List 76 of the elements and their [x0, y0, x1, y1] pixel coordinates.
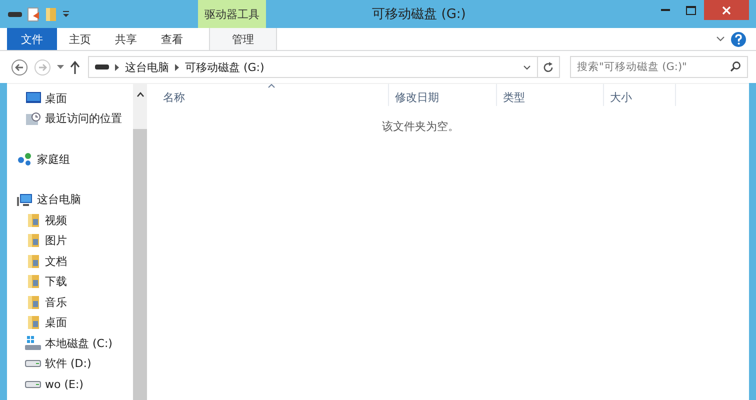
nav-item[interactable]: 家庭组 [7, 149, 133, 170]
nav-item[interactable]: 本地磁盘 (C:) [7, 333, 133, 354]
window-title: 可移动磁盘 (G:) [371, 6, 467, 23]
folder-icon [26, 233, 40, 248]
maximize-icon [686, 6, 696, 14]
nav-item[interactable]: 桌面 [7, 88, 133, 108]
nav-item[interactable]: 文档 [7, 251, 133, 272]
folder-icon [26, 274, 40, 290]
computer-icon [17, 192, 33, 207]
nav-item[interactable]: 图片 [7, 230, 133, 251]
drive-icon [25, 380, 41, 388]
scrollbar[interactable] [133, 84, 147, 400]
nav-label: 桌面 [45, 315, 67, 330]
nav-label: 软件 (D:) [45, 356, 92, 372]
nav-item[interactable]: 音乐 [7, 292, 133, 312]
nav-label: 视频 [45, 212, 67, 228]
nav-label: 桌面 [45, 90, 67, 106]
drive-icon [25, 360, 41, 368]
nav-label: 这台电脑 [37, 192, 81, 208]
minimize-icon [660, 8, 670, 12]
folder-icon [26, 294, 40, 310]
chevron-icon[interactable] [115, 64, 119, 70]
nav-item[interactable]: 最近访问的位置 [7, 108, 133, 129]
drive-icon [95, 64, 109, 70]
chevron-icon[interactable] [175, 64, 179, 70]
breadcrumb[interactable]: 这台电脑 [125, 60, 169, 74]
folder-icon [26, 254, 40, 269]
context-tab-group: 驱动器工具 [198, 0, 266, 28]
nav-item[interactable]: 下载 [7, 272, 133, 292]
column-header[interactable]: 修改日期 [389, 84, 497, 106]
nav-item[interactable]: wo (E:) [7, 374, 133, 394]
ribbon-tab[interactable]: 共享 [103, 28, 149, 50]
nav-label: 下载 [45, 274, 67, 290]
nav-label: 音乐 [45, 294, 67, 310]
nav-label: 图片 [45, 233, 67, 248]
dropdown-icon[interactable] [62, 10, 70, 18]
nav-item[interactable]: 视频 [7, 210, 133, 230]
clock-folder-icon [26, 112, 40, 126]
address-bar[interactable]: 这台电脑 可移动磁盘 (G:) [88, 56, 538, 78]
nav-item[interactable]: 这台电脑 [7, 190, 133, 210]
breadcrumb[interactable]: 可移动磁盘 (G:) [185, 60, 264, 74]
search-field[interactable]: 搜索"可移动磁盘 (G:)" [570, 56, 748, 78]
column-header[interactable]: 名称 [157, 84, 389, 106]
column-header[interactable]: 大小 [604, 84, 676, 106]
close-button[interactable] [704, 0, 749, 20]
back-icon[interactable] [11, 58, 28, 76]
drive-icon[interactable] [8, 10, 22, 18]
drive-icon [25, 336, 41, 350]
folder-icon [26, 212, 40, 228]
network-icon [17, 152, 33, 166]
ribbon-tab[interactable]: 管理 [209, 28, 277, 50]
nav-label: 家庭组 [37, 152, 70, 167]
refresh-icon [543, 62, 554, 72]
up-arrow-icon[interactable] [70, 60, 80, 74]
refresh-button[interactable] [538, 56, 560, 78]
nav-label: wo (E:) [45, 378, 84, 391]
ribbon-tab[interactable]: 查看 [149, 28, 195, 50]
scroll-up-icon[interactable] [136, 92, 144, 97]
properties-icon[interactable] [27, 6, 40, 22]
nav-label: 最近访问的位置 [45, 111, 122, 126]
help-icon[interactable] [731, 32, 746, 46]
dropdown-icon[interactable] [57, 65, 64, 69]
folder-icon [26, 315, 40, 330]
empty-folder-message: 该文件夹为空。 [382, 120, 459, 133]
ribbon-tab[interactable]: 文件 [7, 28, 57, 50]
dropdown-icon[interactable] [523, 64, 531, 70]
nav-label: 文档 [45, 254, 67, 269]
close-icon [722, 6, 731, 14]
ribbon-tab[interactable]: 主页 [57, 28, 103, 50]
search-icon [730, 61, 741, 72]
nav-item[interactable]: 软件 (D:) [7, 354, 133, 374]
expand-ribbon-icon[interactable] [716, 36, 725, 42]
nav-label: 本地磁盘 (C:) [45, 336, 112, 351]
desktop-icon [26, 92, 40, 104]
column-header[interactable]: 类型 [497, 84, 604, 106]
nav-item[interactable]: 桌面 [7, 312, 133, 333]
